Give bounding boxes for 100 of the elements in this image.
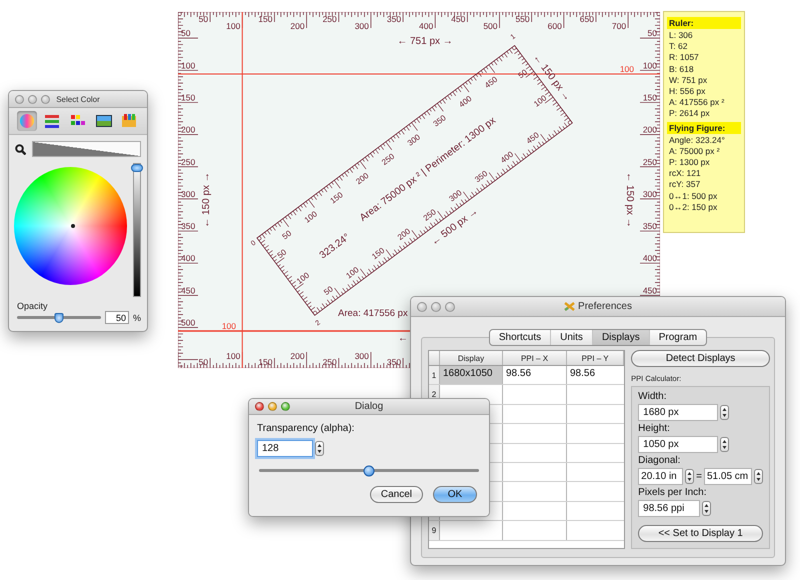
figure-ruler-label: 400 xyxy=(498,150,516,165)
figure-ruler-label: 100 xyxy=(302,210,319,225)
ruler-label: 300 xyxy=(181,188,196,199)
close-button[interactable] xyxy=(15,94,24,104)
stepper-button[interactable] xyxy=(315,441,324,456)
zoom-button[interactable] xyxy=(281,402,290,411)
ruler-label: 450 xyxy=(181,285,196,296)
brightness-slider-thumb[interactable] xyxy=(131,164,144,172)
field-label: Width: xyxy=(638,391,668,402)
set-display-button[interactable]: << Set to Display 1 xyxy=(638,525,763,542)
alpha-slider-thumb[interactable] xyxy=(364,465,374,476)
table-cell[interactable]: 98.56 xyxy=(567,366,624,384)
ppi-field[interactable]: 98.56 ppi xyxy=(638,500,700,517)
column-header[interactable]: PPI – X xyxy=(503,351,567,365)
diagonal-inches-field[interactable]: 20.10 in xyxy=(638,468,684,485)
up-down-arrows-icon xyxy=(722,439,728,450)
info-line: Angle: 323.24° xyxy=(668,134,726,146)
column-header[interactable]: PPI – Y xyxy=(567,351,624,365)
diagonal-cm-field[interactable]: 51.05 cm xyxy=(704,468,752,485)
table-cell[interactable]: 1680x1050 xyxy=(440,366,503,384)
up-down-arrows-icon xyxy=(704,503,710,514)
ruler-label: 100 xyxy=(226,351,240,361)
window-title: Dialog xyxy=(354,401,384,412)
figure-ruler-label: 300 xyxy=(447,188,464,204)
ruler-label: 350 xyxy=(386,357,402,367)
preferences-tab[interactable]: Program xyxy=(650,330,706,345)
area-label: Area: 417556 px xyxy=(338,308,408,319)
minimize-button[interactable] xyxy=(431,302,441,312)
zoom-button[interactable] xyxy=(445,302,455,312)
ruler-label: 500 xyxy=(483,21,498,31)
figure-ruler-label: 200 xyxy=(354,171,370,186)
height-field[interactable]: 1050 px xyxy=(638,436,718,453)
ruler-label: 350 xyxy=(642,221,657,232)
ruler-label: 650 xyxy=(580,14,594,24)
stepper-button[interactable] xyxy=(702,501,712,516)
up-down-arrows-icon xyxy=(722,407,728,418)
stepper-button[interactable] xyxy=(720,437,730,452)
info-line: A: 417556 px ² xyxy=(668,97,726,108)
ruler-label: 50 xyxy=(198,14,208,24)
ruler-label: 250 xyxy=(322,357,337,367)
transparency-label: Transparency (alpha): xyxy=(257,423,356,434)
stepper-button[interactable] xyxy=(720,405,730,420)
minimize-button[interactable] xyxy=(268,402,277,411)
row-header[interactable]: 1 xyxy=(429,366,440,384)
dialog-button[interactable]: OK xyxy=(433,486,477,503)
info-line: L: 306 xyxy=(668,30,694,42)
height-dimension-label: ← 150 px → xyxy=(624,172,635,228)
ruler-label: 50 xyxy=(181,28,190,38)
opacity-field[interactable]: 50 xyxy=(104,311,129,324)
info-line: A: 75000 px ² xyxy=(668,146,721,158)
ruler-label: 200 xyxy=(181,124,196,135)
opacity-slider-thumb[interactable] xyxy=(54,312,64,322)
ruler-label: 550 xyxy=(515,14,530,24)
figure-ruler-label: 300 xyxy=(406,132,422,148)
figure-ruler-label: 250 xyxy=(380,152,396,167)
stepper-button[interactable] xyxy=(754,469,763,484)
up-down-arrows-icon xyxy=(317,443,322,454)
info-line: P: 2614 px xyxy=(668,108,711,120)
width-dimension-label: ← 751 px → xyxy=(397,36,453,47)
ruler-label: 700 xyxy=(612,21,626,31)
preferences-tab[interactable]: Displays xyxy=(592,330,650,345)
minimize-button[interactable] xyxy=(28,94,37,104)
ruler-label: 400 xyxy=(642,253,657,264)
color-cursor-icon xyxy=(71,224,75,228)
magnifier-icon[interactable] xyxy=(15,144,26,154)
ruler-label: 50 xyxy=(198,357,208,367)
info-line: H: 556 px xyxy=(668,86,706,98)
percent-label: % xyxy=(132,312,141,322)
color-mode-tab[interactable] xyxy=(17,111,37,131)
dialog-button[interactable]: Cancel xyxy=(370,486,423,503)
row-header[interactable]: 9 xyxy=(429,521,440,540)
guide-label: 100 xyxy=(620,64,634,74)
window-title: Select Color xyxy=(56,94,100,104)
stepper-button[interactable] xyxy=(685,469,694,484)
info-section-title: Ruler: xyxy=(667,17,741,29)
width-field[interactable]: 1680 px xyxy=(638,404,718,421)
detect-displays-button[interactable]: Detect Displays xyxy=(631,350,770,367)
up-down-arrows-icon xyxy=(756,471,761,482)
column-header[interactable]: Display xyxy=(440,351,503,365)
figure-ruler-label: 50 xyxy=(280,228,294,242)
info-line: 0↔1: 500 px xyxy=(668,190,718,202)
table-cell[interactable]: 98.56 xyxy=(503,366,567,384)
ruler-label: 300 xyxy=(642,188,657,199)
window-title: Preferences xyxy=(578,301,632,312)
info-section-title: Flying Figure: xyxy=(667,122,741,134)
figure-ruler-label: 50 xyxy=(322,284,335,297)
alpha-field[interactable]: 128 xyxy=(257,440,313,457)
zoom-button[interactable] xyxy=(41,94,50,104)
close-button[interactable] xyxy=(417,302,427,312)
figure-ruler-label: 150 xyxy=(370,246,386,262)
ruler-label: 200 xyxy=(642,124,657,135)
figure-ruler-label: 350 xyxy=(473,169,490,184)
ruler-label: 400 xyxy=(419,21,434,31)
ruler-label: 100 xyxy=(181,60,196,70)
height-dimension-label: ← 150 px → xyxy=(201,172,212,228)
ruler-label: 200 xyxy=(290,351,305,361)
close-button[interactable] xyxy=(255,402,264,411)
ruler-label: 100 xyxy=(642,60,657,70)
ruler-label: 150 xyxy=(181,92,196,102)
brightness-slider-track[interactable] xyxy=(133,163,141,297)
